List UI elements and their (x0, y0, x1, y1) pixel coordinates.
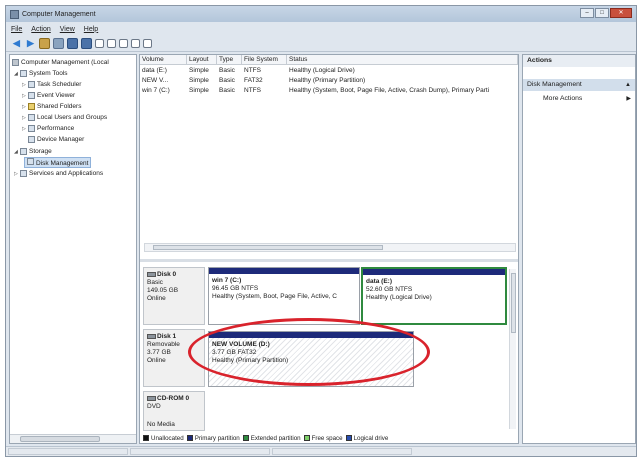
table-row[interactable]: data (E:) Simple Basic NTFS Healthy (Log… (140, 66, 518, 76)
computer-icon (12, 59, 19, 66)
scrollbar-thumb[interactable] (153, 245, 383, 250)
pane-splitter[interactable] (140, 259, 518, 262)
tools-icon (20, 70, 27, 77)
back-arrow-icon[interactable]: ◀ (11, 38, 22, 49)
up-folder-icon[interactable] (39, 38, 50, 49)
disk-icon[interactable] (119, 39, 128, 48)
toolbar: ◀ ▶ (6, 36, 636, 52)
disk-1-label[interactable]: Disk 1 Removable 3.77 GB Online (143, 329, 205, 387)
partition-win7-c[interactable]: win 7 (C:) 96.45 GB NTFS Healthy (System… (208, 267, 360, 325)
rescan-icon[interactable] (143, 39, 152, 48)
tree-item-performance[interactable]: ▷ Performance (22, 123, 74, 134)
console-tree: Computer Management (Local ◢ System Tools… (9, 54, 137, 444)
volume-list-horizontal-scrollbar[interactable] (144, 243, 516, 252)
folder-icon (28, 103, 35, 110)
tree-item-event-viewer[interactable]: ▷ Event Viewer (22, 90, 75, 101)
menu-help[interactable]: Help (84, 26, 98, 33)
tree-item-services[interactable]: ▷ Services and Applications (14, 168, 103, 179)
forward-arrow-icon[interactable]: ▶ (25, 38, 36, 49)
services-icon (20, 170, 27, 177)
refresh-icon[interactable] (95, 39, 104, 48)
cdrom-icon (147, 395, 156, 401)
legend-item: Unallocated (143, 435, 184, 442)
more-actions-link[interactable]: More Actions (543, 95, 582, 102)
maximize-button[interactable]: □ (595, 8, 609, 18)
status-bar (6, 446, 636, 456)
partition-data-e[interactable]: data (E:) 52.60 GB NTFS Healthy (Logical… (361, 267, 507, 325)
tree-item-storage[interactable]: ◢ Storage (14, 146, 52, 157)
users-icon (28, 114, 35, 121)
clock-icon (28, 81, 35, 88)
disk-management-icon (27, 158, 34, 165)
table-row[interactable]: win 7 (C:) Simple Basic NTFS Healthy (Sy… (140, 86, 518, 96)
actions-section-disk-management[interactable]: Disk Management ▲ (523, 79, 635, 91)
computer-management-icon (10, 9, 19, 19)
legend-item: Free space (303, 435, 343, 442)
menu-view[interactable]: View (60, 26, 75, 33)
device-manager-icon (28, 136, 35, 143)
properties-icon[interactable] (67, 38, 78, 49)
legend-item: Extended partition (242, 435, 301, 442)
tree-item-task-scheduler[interactable]: ▷ Task Scheduler (22, 79, 81, 90)
legend-item: Logical drive (345, 435, 388, 442)
tree-item-local-users[interactable]: ▷ Local Users and Groups (22, 112, 107, 123)
column-header-layout[interactable]: Layout (187, 55, 217, 64)
column-header-file-system[interactable]: File System (242, 55, 287, 64)
disk-map-vertical-scrollbar[interactable] (509, 269, 516, 429)
disk-0-label[interactable]: Disk 0 Basic 149.05 GB Online (143, 267, 205, 325)
volume-list-header: Volume Layout Type File System Status (140, 55, 518, 65)
actions-header: Actions (523, 55, 635, 67)
collapse-up-icon[interactable]: ▲ (625, 79, 631, 91)
menu-file[interactable]: File (11, 26, 22, 33)
computer-management-window: Computer Management – □ ✕ File Action Vi… (5, 5, 637, 457)
cdrom-0-label[interactable]: CD-ROM 0 DVD No Media (143, 391, 205, 431)
scrollbar-thumb[interactable] (511, 273, 516, 333)
column-header-status[interactable]: Status (287, 55, 518, 64)
actions-pane: Actions Disk Management ▲ More Actions ▶ (522, 54, 636, 444)
menu-bar: File Action View Help (6, 23, 636, 35)
tree-item-root[interactable]: Computer Management (Local (12, 57, 109, 68)
disk-icon (147, 271, 156, 277)
partition-new-volume-d[interactable]: NEW VOLUME (D:) 3.77 GB FAT32 Healthy (P… (208, 331, 414, 387)
legend-item: Primary partition (186, 435, 240, 442)
settings-icon[interactable] (131, 39, 140, 48)
legend: Unallocated Primary partition Extended p… (143, 433, 517, 443)
close-button[interactable]: ✕ (610, 8, 632, 18)
column-header-type[interactable]: Type (217, 55, 242, 64)
performance-icon (28, 125, 35, 132)
submenu-arrow-icon[interactable]: ▶ (626, 95, 631, 102)
minimize-button[interactable]: – (580, 8, 594, 18)
disk-management-pane: Volume Layout Type File System Status da… (139, 54, 519, 444)
column-header-volume[interactable]: Volume (140, 55, 187, 64)
title-bar[interactable]: Computer Management – □ ✕ (6, 6, 636, 22)
menu-action[interactable]: Action (31, 26, 50, 33)
tree-item-shared-folders[interactable]: ▷ Shared Folders (22, 101, 81, 112)
tree-item-system-tools[interactable]: ◢ System Tools (14, 68, 68, 79)
tree-item-device-manager[interactable]: Device Manager (28, 134, 84, 145)
storage-icon (20, 148, 27, 155)
event-viewer-icon (28, 92, 35, 99)
export-list-icon[interactable] (107, 39, 116, 48)
tree-horizontal-scrollbar[interactable] (10, 434, 136, 443)
scrollbar-thumb[interactable] (20, 436, 100, 442)
window-title: Computer Management (22, 10, 96, 18)
table-row[interactable]: NEW V... Simple Basic FAT32 Healthy (Pri… (140, 76, 518, 86)
tree-item-disk-management[interactable]: Disk Management (24, 157, 92, 168)
disk-icon (147, 333, 156, 339)
show-hide-tree-icon[interactable] (53, 38, 64, 49)
help-icon[interactable] (81, 38, 92, 49)
